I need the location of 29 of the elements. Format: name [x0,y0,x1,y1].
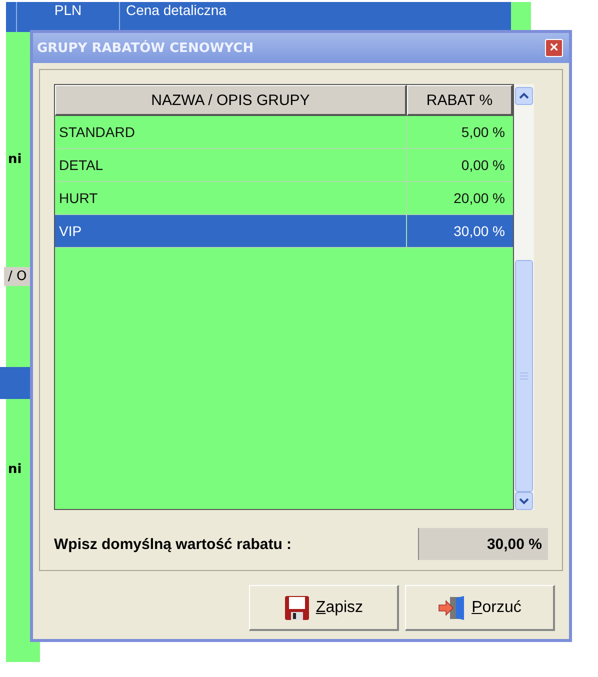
table-cell: STANDARD [55,116,407,148]
column-header[interactable]: NAZWA / OPIS GRUPY [55,85,407,116]
table-cell: HURT [55,182,407,214]
window-title: GRUPY RABATÓW CENOWYCH [37,40,254,56]
column-header: / O [4,267,31,286]
scrollbar[interactable] [514,84,534,510]
table-row[interactable]: VIP 30,00 % [55,215,513,248]
grip-icon [520,372,528,380]
table-cell-text: Cena detaliczna [125,2,228,19]
scroll-up-button[interactable] [515,87,533,105]
table-row[interactable]: STANDARD 5,00 % [55,116,513,149]
table-row[interactable]: DETAL 0,00 % [55,149,513,182]
cancel-button[interactable]: Porzuć [405,585,555,631]
door-exit-icon [438,594,466,620]
input-field[interactable]: 30,00 % [418,528,548,560]
column-header[interactable]: RABAT % [407,85,513,116]
field-label: ni [8,152,22,167]
table-cell-text: 30,00 % [452,222,506,241]
table-cell: DETAL [55,149,407,181]
table-cell-text: 20,00 % [452,189,506,208]
field-label: Wpisz domyślną wartość rabatu : [54,536,292,552]
scroll-down-button[interactable] [515,492,533,510]
table-cell-text: 0,00 % [460,156,506,175]
scroll-thumb[interactable] [515,260,533,492]
field-label: ni [8,462,22,477]
close-button[interactable]: × [545,39,563,57]
table-cell-text: 5,00 % [460,123,506,142]
save-button[interactable]: Zapisz [249,585,399,631]
table-cell: VIP [55,215,407,247]
